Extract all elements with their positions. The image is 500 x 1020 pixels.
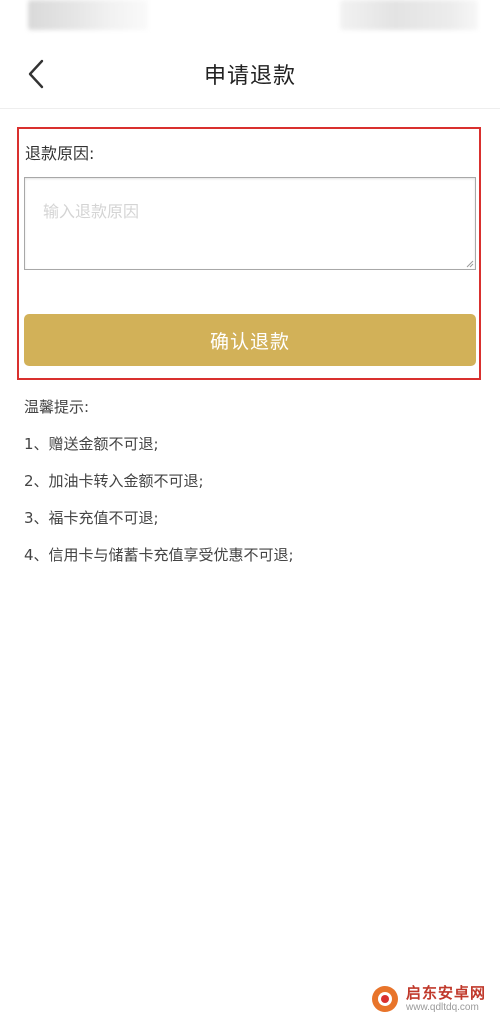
watermark-logo-icon: [372, 986, 398, 1012]
page-title: 申请退款: [203, 64, 296, 89]
tip-item: 3、福卡充值不可退;: [24, 509, 159, 527]
tip-item: 2、加油卡转入金额不可退;: [24, 472, 204, 490]
resize-grip-icon[interactable]: [466, 260, 474, 268]
tip-item: 1、赠送金额不可退;: [24, 435, 159, 453]
blurred-status-left: [28, 0, 148, 30]
tip-item: 4、信用卡与储蓄卡充值享受优惠不可退;: [24, 546, 294, 564]
tips-title: 温馨提示:: [24, 398, 90, 416]
refund-page: 申请退款 退款原因: 确认退款 温馨提示: 1、赠送金额不可退; 2、加油卡转入…: [0, 0, 500, 1020]
nav-bar: 申请退款: [0, 42, 500, 109]
refund-reason-input[interactable]: [24, 177, 476, 270]
blurred-status-right: [340, 0, 478, 30]
tips-section: 温馨提示: 1、赠送金额不可退; 2、加油卡转入金额不可退; 3、福卡充值不可退…: [24, 397, 484, 582]
watermark: 启东安卓网 www.qdltdq.com: [370, 976, 498, 1020]
watermark-url: www.qdltdq.com: [406, 1002, 479, 1013]
watermark-text: 启东安卓网: [406, 984, 487, 1002]
status-bar: [0, 0, 500, 36]
refund-reason-label: 退款原因:: [25, 144, 95, 163]
confirm-refund-button[interactable]: 确认退款: [24, 314, 476, 366]
